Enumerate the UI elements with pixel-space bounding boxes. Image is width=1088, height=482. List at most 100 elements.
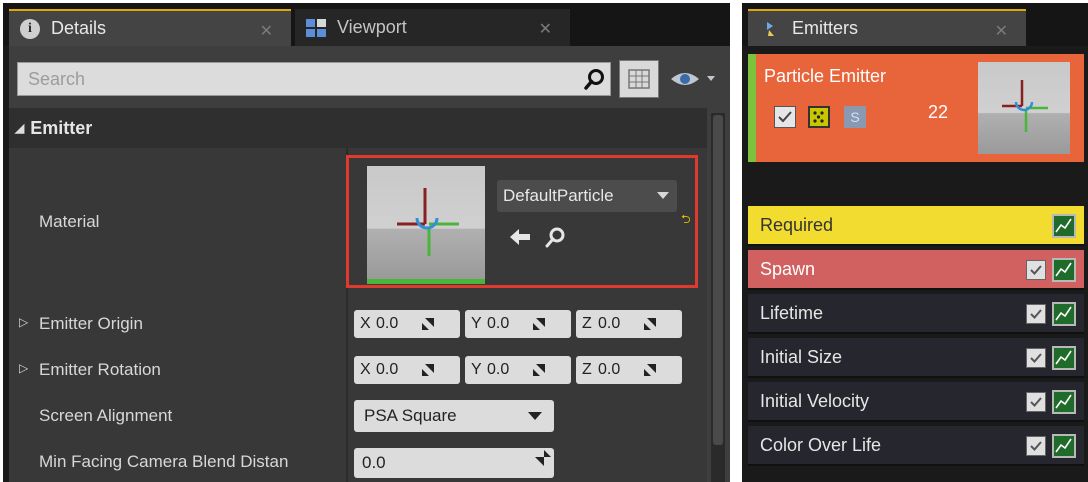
grid-icon [628, 69, 650, 89]
material-thumbnail[interactable] [367, 166, 485, 284]
screen-alignment-dropdown[interactable]: PSA Square [354, 400, 554, 432]
collapse-triangle-icon: ◢ [15, 121, 25, 135]
rotation-z-field[interactable]: Z 0.0 [576, 356, 682, 384]
curve-graph-icon[interactable] [1052, 390, 1076, 414]
axis-x-label: X [360, 315, 371, 332]
module-enabled-checkbox[interactable] [1026, 304, 1046, 324]
viewport-icon [305, 17, 327, 39]
emitter-name: Particle Emitter [764, 66, 887, 86]
module-required[interactable]: Required [748, 206, 1084, 246]
eye-icon [671, 73, 715, 85]
transform-gizmo-icon [1002, 80, 1048, 132]
scrollbar[interactable] [711, 113, 725, 482]
emitter-card[interactable]: Particle Emitter S 22 [748, 54, 1084, 162]
emitter-origin-label: Emitter Origin [39, 314, 143, 333]
module-initial-velocity[interactable]: Initial Velocity [748, 382, 1084, 422]
axis-z-label: Z [582, 361, 592, 378]
close-icon[interactable]: ✕ [995, 21, 1008, 41]
module-lifetime[interactable]: Lifetime [748, 294, 1084, 334]
material-highlight: DefaultParticle [346, 155, 698, 288]
module-color-over-life[interactable]: Color Over Life [748, 426, 1084, 466]
spin-arrows-icon[interactable] [533, 364, 545, 376]
tab-emitters[interactable]: Emitters ✕ [748, 9, 1026, 46]
spin-arrows-icon[interactable] [644, 318, 656, 330]
module-label: Color Over Life [760, 434, 882, 455]
module-label: Spawn [760, 258, 816, 279]
search-icon[interactable] [580, 64, 610, 94]
curve-graph-icon[interactable] [1052, 258, 1076, 282]
emitter-enabled-checkbox[interactable] [774, 106, 796, 128]
info-icon: i [19, 18, 41, 40]
curve-graph-icon[interactable] [1052, 214, 1076, 238]
min-facing-value: 0.0 [362, 453, 386, 472]
curve-graph-icon[interactable] [1052, 346, 1076, 370]
origin-z-field[interactable]: Z 0.0 [576, 310, 682, 338]
search-icon [545, 227, 565, 248]
emitters-panel: Emitters ✕ Particle Emitter S 22 Require… [742, 3, 1088, 482]
module-label: Initial Size [760, 346, 843, 367]
rotation-x-field[interactable]: X 0.0 [354, 356, 460, 384]
tab-details-label: Details [51, 18, 107, 38]
axis-z-label: Z [582, 315, 592, 332]
module-enabled-checkbox[interactable] [1026, 348, 1046, 368]
chevron-down-icon [528, 412, 542, 420]
spin-arrows-icon[interactable] [422, 364, 434, 376]
spin-arrows-icon[interactable] [422, 318, 434, 330]
view-options-button[interactable] [669, 66, 727, 92]
tab-viewport-label: Viewport [337, 17, 407, 37]
details-tabbar: i Details ✕ Viewport ✕ [3, 3, 730, 46]
reset-to-default-icon[interactable]: ⮌ [681, 210, 691, 231]
browse-asset-button[interactable] [543, 224, 569, 250]
expand-triangle-icon[interactable]: ▷ [19, 361, 28, 375]
origin-y-value: 0.0 [487, 315, 510, 332]
module-initial-size[interactable]: Initial Size [748, 338, 1084, 378]
close-icon[interactable]: ✕ [539, 19, 552, 39]
arrow-left-icon [510, 229, 530, 245]
module-enabled-checkbox[interactable] [1026, 392, 1046, 412]
close-icon[interactable]: ✕ [260, 21, 273, 41]
spin-arrows-icon[interactable] [533, 318, 545, 330]
screen-alignment-value: PSA Square [364, 406, 457, 425]
tab-details[interactable]: i Details ✕ [9, 9, 291, 46]
category-emitter[interactable]: ◢ Emitter [9, 108, 707, 148]
module-label: Required [760, 214, 834, 235]
property-matrix-button[interactable] [619, 60, 659, 98]
emitter-render-mode-icon[interactable] [808, 106, 830, 128]
spin-arrows-icon[interactable] [644, 364, 656, 376]
material-asset-dropdown[interactable]: DefaultParticle [497, 180, 677, 212]
tab-emitters-label: Emitters [792, 18, 859, 38]
tab-viewport[interactable]: Viewport ✕ [295, 9, 570, 46]
emitter-selected-strip [748, 54, 756, 162]
transform-gizmo-icon [397, 188, 459, 256]
expand-triangle-icon[interactable]: ▷ [19, 315, 28, 329]
rotation-y-field[interactable]: Y 0.0 [465, 356, 571, 384]
module-enabled-checkbox[interactable] [1026, 436, 1046, 456]
rotation-y-value: 0.0 [487, 361, 510, 378]
origin-x-field[interactable]: X 0.0 [354, 310, 460, 338]
origin-z-value: 0.0 [598, 315, 621, 332]
curve-graph-icon[interactable] [1052, 434, 1076, 458]
module-enabled-checkbox[interactable] [1026, 260, 1046, 280]
property-list: ◢ Emitter Material DefaultParticle ⮌ ▷ E… [9, 108, 707, 482]
material-asset-value: DefaultParticle [503, 186, 614, 205]
emitter-solo-button[interactable]: S [844, 106, 866, 128]
min-facing-field[interactable]: 0.0 [354, 448, 554, 478]
material-label: Material [39, 212, 100, 231]
min-facing-row: Min Facing Camera Blend Distan 0.0 [9, 440, 707, 482]
curve-graph-icon[interactable] [1052, 302, 1076, 326]
emitter-rotation-label: Emitter Rotation [39, 360, 161, 379]
emitters-body: Particle Emitter S 22 Required Spawn Lif… [742, 46, 1088, 482]
use-selected-asset-button[interactable] [507, 224, 533, 250]
details-body: ◢ Emitter Material [9, 46, 730, 482]
scrollbar-thumb[interactable] [713, 115, 723, 445]
min-facing-label: Min Facing Camera Blend Distan [39, 452, 289, 471]
rotation-x-value: 0.0 [376, 361, 399, 378]
details-panel: i Details ✕ Viewport ✕ ◢ Emitter [3, 3, 730, 482]
module-spawn[interactable]: Spawn [748, 250, 1084, 290]
axis-y-label: Y [471, 361, 482, 378]
origin-y-field[interactable]: Y 0.0 [465, 310, 571, 338]
emitter-icon [764, 20, 778, 38]
search-input[interactable] [18, 63, 580, 95]
chevron-down-icon [657, 192, 669, 199]
screen-alignment-label: Screen Alignment [39, 406, 173, 425]
